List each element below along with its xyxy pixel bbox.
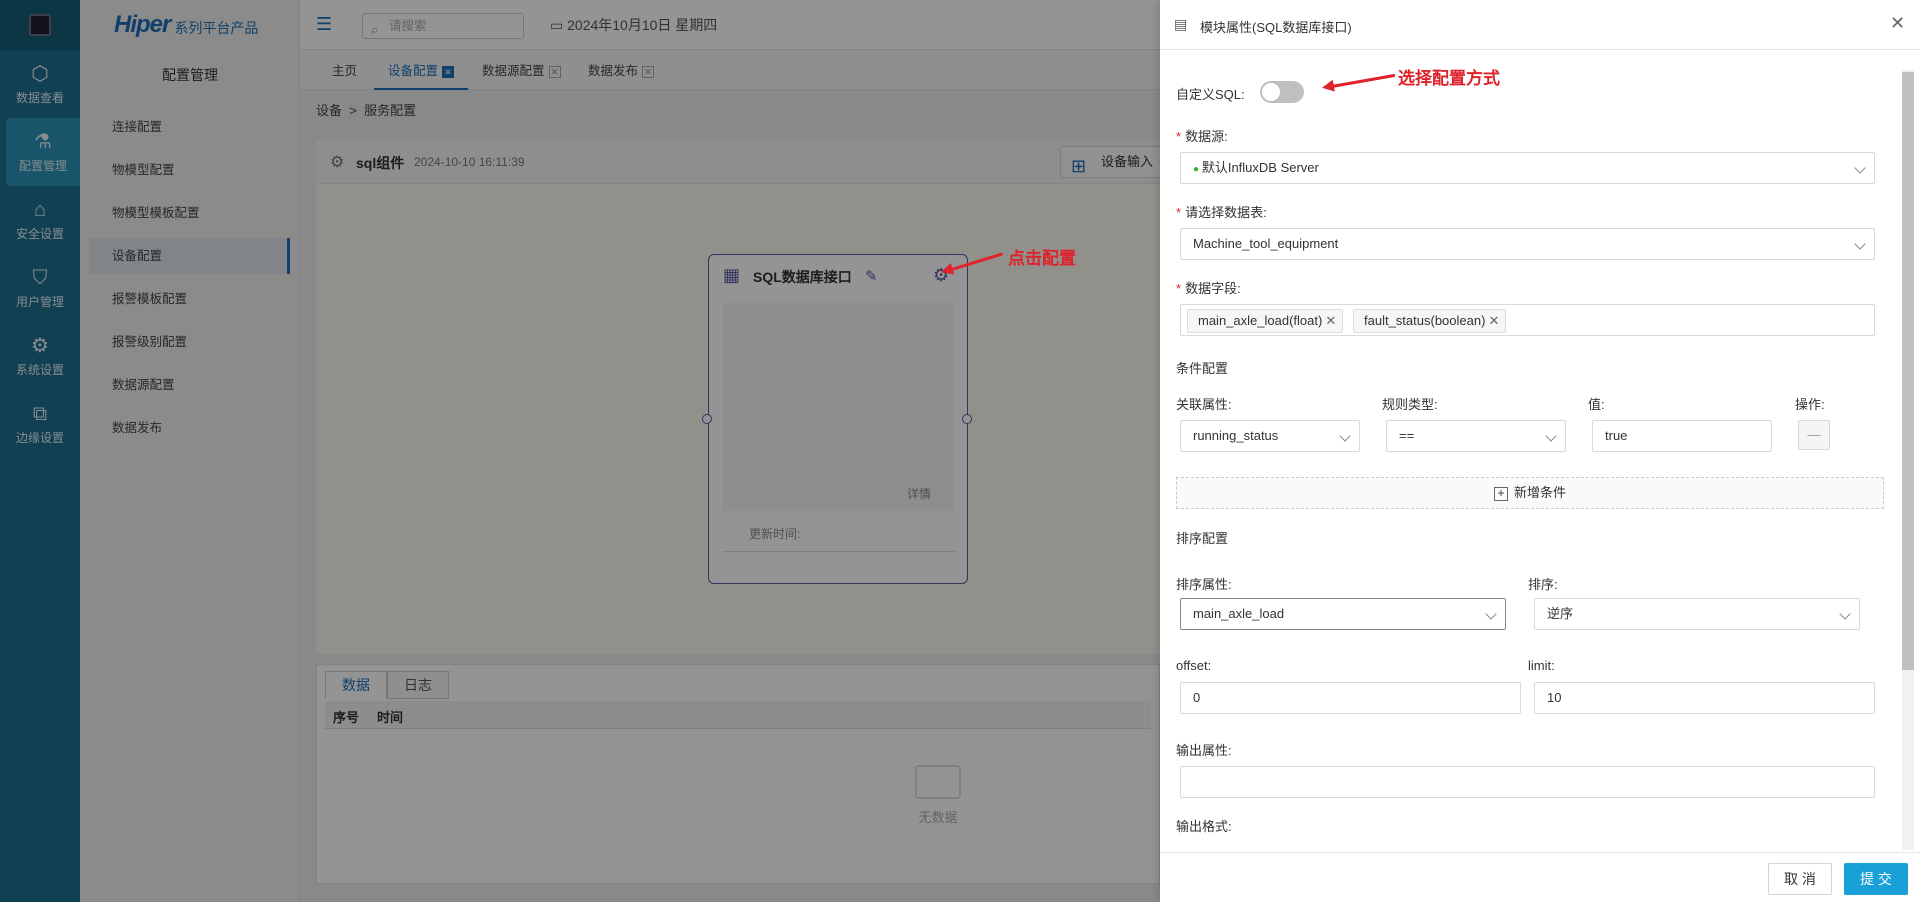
close-icon[interactable]: ✕ [1890,13,1905,34]
form-icon: ▤ [1174,16,1188,32]
limit-input[interactable]: 10 [1534,682,1875,714]
output-attr-input[interactable] [1180,766,1875,798]
close-icon[interactable]: ✕ [1489,310,1500,332]
cond-op-label: 操作: [1795,397,1825,412]
cond-attr-label: 关联属性: [1176,397,1232,412]
chevron-down-icon [1547,421,1555,451]
custom-sql-toggle[interactable] [1260,81,1304,103]
table-label: 请选择数据表: [1176,202,1267,221]
field-tag: main_axle_load(float) ✕ [1187,309,1344,333]
button-label: 新增条件 [1513,485,1566,500]
offset-input[interactable]: 0 [1180,682,1521,714]
chevron-down-icon [1841,599,1849,629]
limit-label: limit: [1528,658,1555,673]
output-attr-label: 输出属性: [1176,743,1232,758]
select-value: running_status [1193,428,1279,443]
condition-section-title: 条件配置 [1176,361,1229,376]
chevron-down-icon [1487,599,1495,629]
chevron-down-icon [1341,421,1349,451]
scroll-thumb[interactable] [1902,72,1914,670]
datasource-select[interactable]: ● 默认InfluxDB Server [1180,152,1875,184]
properties-drawer: ▤ 模块属性(SQL数据库接口) ✕ 自定义SQL: 数据源: ● 默认Infl… [1160,0,1920,902]
fields-label: 数据字段: [1176,278,1241,297]
remove-condition-button[interactable]: — [1798,420,1830,450]
fields-multiselect[interactable]: main_axle_load(float) ✕ fault_status(bool… [1180,304,1875,336]
table-select[interactable]: Machine_tool_equipment [1180,228,1875,260]
sort-attr-select[interactable]: main_axle_load [1180,598,1506,630]
select-value: main_axle_load [1193,606,1285,621]
drawer-footer: 取 消 提 交 [1160,852,1920,902]
annotation-arrow [1325,73,1396,89]
tag-label: fault_status(boolean) [1364,313,1486,328]
cond-rule-label: 规则类型: [1382,397,1438,412]
close-icon[interactable]: ✕ [1325,310,1336,332]
custom-sql-label: 自定义SQL: [1176,87,1245,102]
add-icon: + [1493,487,1508,501]
status-dot-icon: ● [1193,164,1202,175]
field-tag: fault_status(boolean) ✕ [1353,309,1507,333]
drawer-scrollbar[interactable] [1900,70,1914,870]
output-format-label: 输出格式: [1176,819,1232,834]
sort-order-label: 排序: [1528,577,1558,592]
datasource-label: 数据源: [1176,126,1228,145]
chevron-down-icon [1856,153,1864,183]
drawer-header: ▤ 模块属性(SQL数据库接口) ✕ [1160,0,1920,50]
tag-label: main_axle_load(float) [1198,313,1323,328]
cond-value-input[interactable]: true [1592,420,1772,452]
cond-rule-select[interactable]: == [1386,420,1566,452]
submit-button[interactable]: 提 交 [1844,863,1908,895]
annotation-click-config: 点击配置 [1008,249,1076,268]
add-condition-button[interactable]: + 新增条件 [1176,477,1884,509]
cond-value-label: 值: [1588,397,1605,412]
chevron-down-icon [1856,229,1864,259]
select-value: 逆序 [1547,606,1574,621]
annotation-config-mode: 选择配置方式 [1398,69,1500,88]
modal-overlay[interactable] [0,0,1160,902]
drawer-title: 模块属性(SQL数据库接口) [1200,20,1352,35]
sort-order-select[interactable]: 逆序 [1534,598,1860,630]
cond-attr-select[interactable]: running_status [1180,420,1360,452]
offset-label: offset: [1176,658,1212,673]
cancel-button[interactable]: 取 消 [1768,863,1832,895]
select-value: 默认InfluxDB Server [1201,160,1319,175]
select-value: Machine_tool_equipment [1193,236,1339,251]
toggle-knob [1262,83,1280,101]
sort-attr-label: 排序属性: [1176,577,1232,592]
sort-section-title: 排序配置 [1176,531,1229,546]
select-value: == [1399,428,1415,443]
